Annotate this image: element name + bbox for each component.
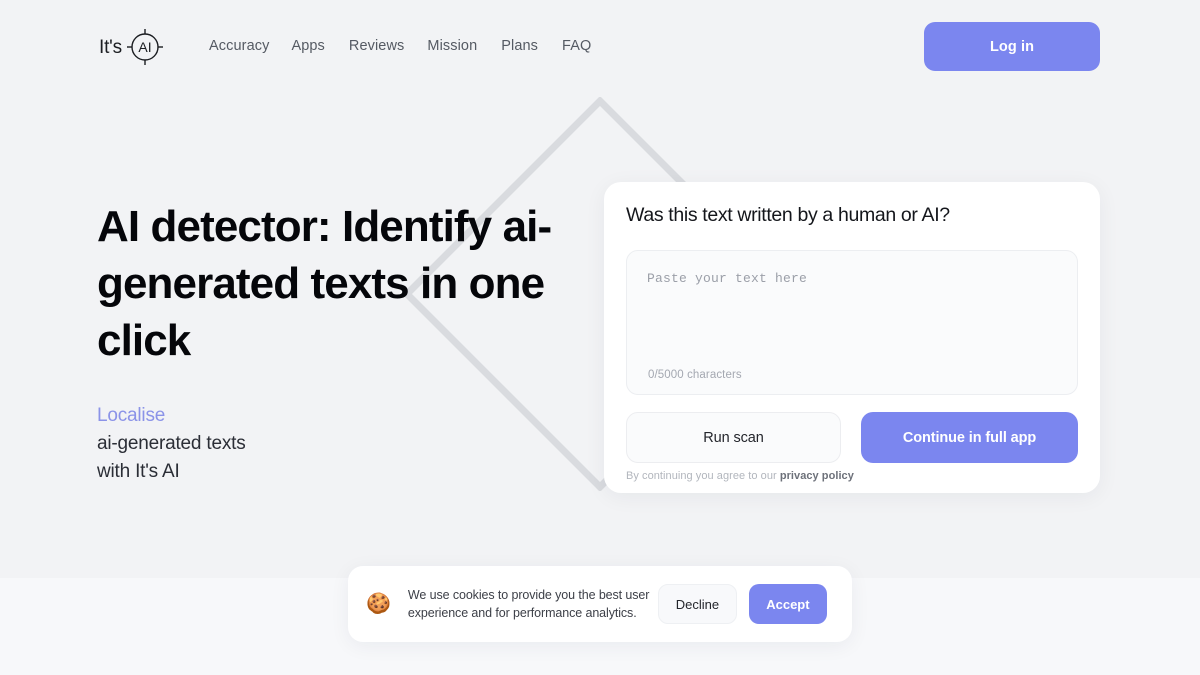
hero-subtitle-line2: with It's AI bbox=[97, 461, 180, 482]
textarea-placeholder: Paste your text here bbox=[647, 271, 808, 286]
nav-item-accuracy[interactable]: Accuracy bbox=[209, 38, 291, 54]
hero-subtitle: Localise ai-generated texts with It's AI bbox=[97, 402, 557, 486]
cookie-consent-banner: 🍪 We use cookies to provide you the best… bbox=[348, 566, 852, 642]
brand-logo[interactable]: It's AI bbox=[99, 29, 166, 66]
hero-subtitle-accent: Localise bbox=[97, 405, 166, 426]
run-scan-button[interactable]: Run scan bbox=[626, 412, 842, 463]
scanner-actions: Run scan Continue in full app bbox=[626, 412, 1078, 463]
continue-in-full-app-button[interactable]: Continue in full app bbox=[861, 412, 1078, 463]
login-button[interactable]: Log in bbox=[924, 22, 1100, 71]
primary-navigation: Accuracy Apps Reviews Mission Plans FAQ bbox=[209, 38, 614, 54]
nav-item-apps[interactable]: Apps bbox=[291, 38, 348, 54]
scanner-title: Was this text written by a human or AI? bbox=[626, 204, 950, 226]
crosshair-target-icon: AI bbox=[126, 29, 163, 65]
cookie-accept-button[interactable]: Accept bbox=[748, 584, 827, 624]
nav-item-plans[interactable]: Plans bbox=[501, 38, 562, 54]
ai-scanner-card: Was this text written by a human or AI? … bbox=[604, 182, 1100, 493]
hero-section: AI detector: Identify ai-generated texts… bbox=[97, 198, 557, 486]
nav-item-faq[interactable]: FAQ bbox=[562, 38, 614, 54]
nav-item-mission[interactable]: Mission bbox=[427, 38, 501, 54]
site-header: It's AI Accuracy Apps Reviews Mission Pl… bbox=[0, 0, 1200, 94]
cookie-banner-message: We use cookies to provide you the best u… bbox=[407, 588, 650, 620]
cookie-icon: 🍪 bbox=[366, 593, 391, 615]
brand-logo-mark-text: AI bbox=[138, 39, 151, 55]
page-title: AI detector: Identify ai-generated texts… bbox=[97, 202, 552, 365]
brand-logo-word: It's bbox=[99, 37, 122, 58]
hero-subtitle-line1: ai-generated texts bbox=[97, 433, 246, 454]
privacy-policy-link[interactable]: privacy policy bbox=[780, 470, 854, 482]
privacy-notice: By continuing you agree to our privacy p… bbox=[626, 470, 854, 482]
cookie-decline-button[interactable]: Decline bbox=[657, 584, 737, 624]
privacy-notice-prefix: By continuing you agree to our bbox=[626, 470, 780, 482]
text-input-area[interactable]: Paste your text here 0/5000 characters bbox=[626, 250, 1078, 395]
character-counter: 0/5000 characters bbox=[648, 369, 742, 381]
nav-item-reviews[interactable]: Reviews bbox=[349, 38, 428, 54]
